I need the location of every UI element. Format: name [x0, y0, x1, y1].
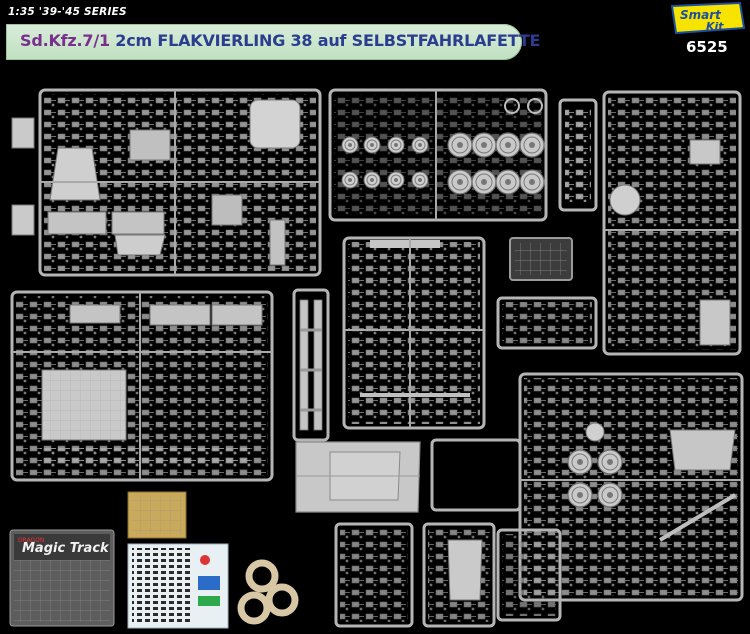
fender-part [47, 211, 107, 235]
sprue-right-tall [602, 90, 742, 356]
sprue-bottom-center [334, 522, 562, 628]
sprue-center [342, 236, 486, 430]
seat-part [249, 99, 301, 149]
sprue-photo: Magic Track DRAGON [9, 88, 744, 629]
hood-panel [49, 147, 101, 201]
chassis-frame [292, 288, 330, 442]
sprue-wheels [328, 88, 548, 222]
bag-maker: DRAGON [18, 537, 44, 544]
magic-track-bag: Magic Track DRAGON [9, 529, 115, 627]
fender-part [111, 211, 165, 235]
sprue-small-center [496, 237, 598, 350]
rubber-tires [237, 559, 299, 625]
decal-sheet [127, 543, 229, 629]
gun-shield-part [295, 441, 421, 513]
sprue-bottom-left [10, 290, 274, 482]
sprue-narrow [558, 98, 598, 212]
sprue-top-left [11, 88, 322, 277]
photo-etch-fret [127, 491, 187, 539]
